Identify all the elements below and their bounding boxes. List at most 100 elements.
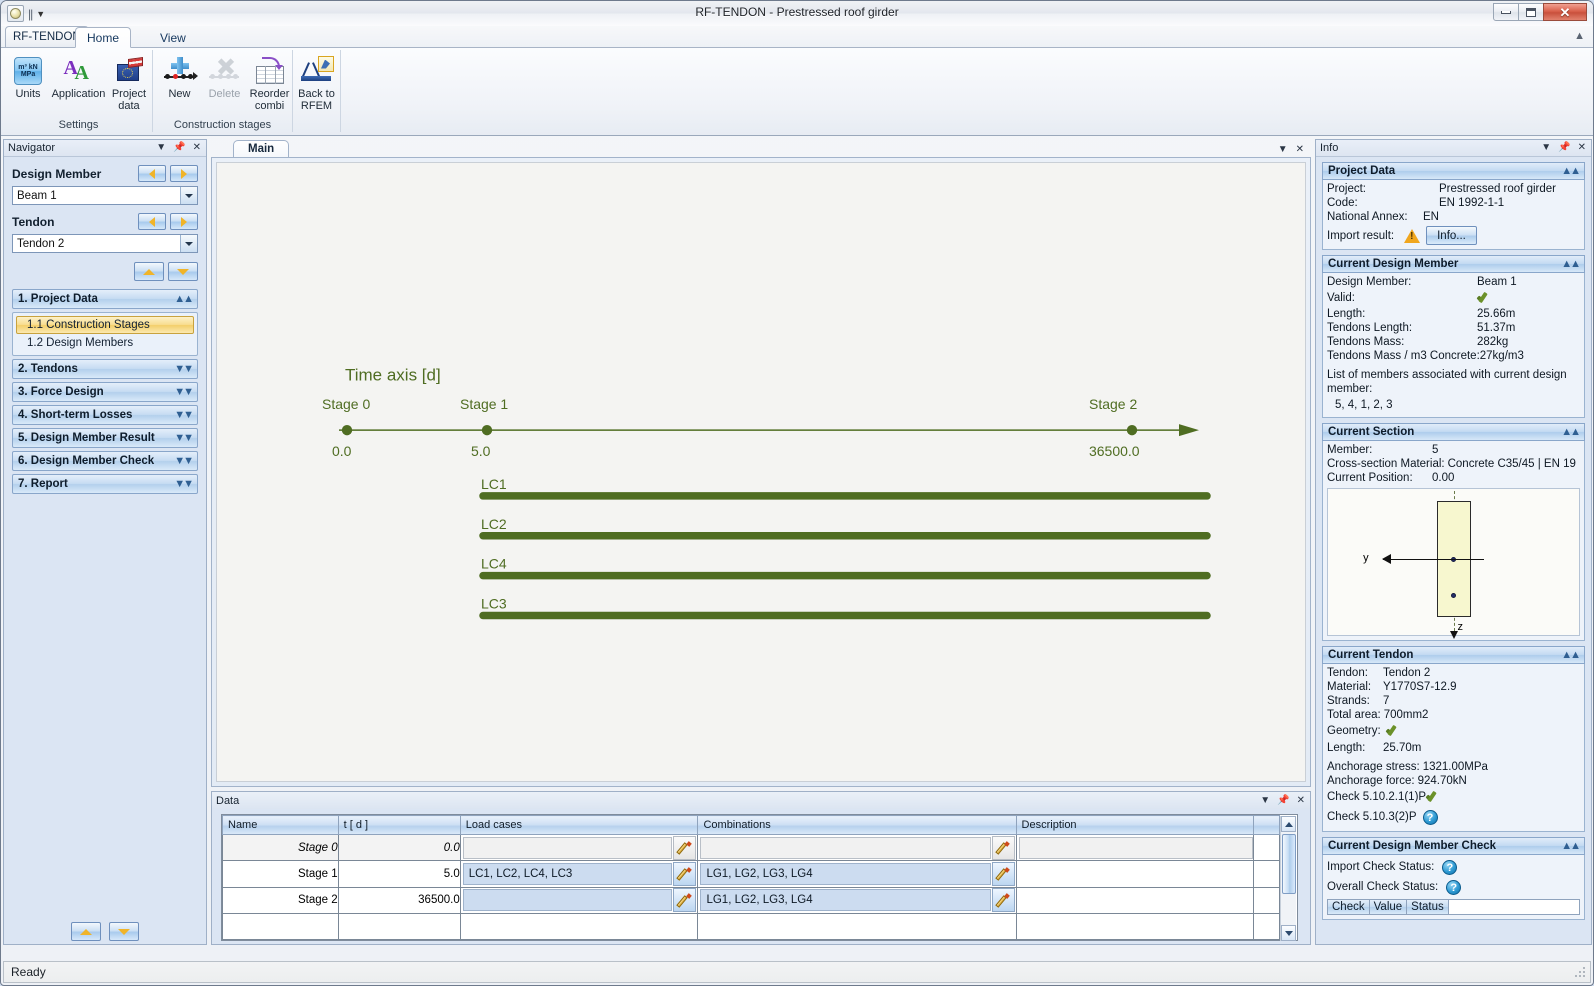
table-row-empty[interactable] <box>222 912 1280 941</box>
cell-combinations[interactable]: LG1, LG2, LG3, LG4 <box>697 860 1017 888</box>
stage-marker-1[interactable] <box>481 424 493 436</box>
cell-description[interactable] <box>1015 833 1255 862</box>
scrollbar-thumb[interactable] <box>1282 834 1296 894</box>
table-row[interactable]: Stage 2 36500.0 LG1, LG2, LG3, LG4 <box>222 886 1280 914</box>
load-cases-value[interactable] <box>462 836 673 859</box>
cell-t[interactable]: 5.0 <box>337 860 461 888</box>
col-header-status[interactable]: Status <box>1407 900 1449 914</box>
col-header-value[interactable]: Value <box>1369 900 1408 914</box>
question-icon[interactable]: ? <box>1422 809 1438 825</box>
cell-load-cases[interactable] <box>459 833 699 862</box>
col-header-load-cases[interactable]: Load cases <box>459 815 699 835</box>
new-stage-button[interactable]: New <box>157 52 202 101</box>
design-member-combo[interactable]: Beam 1 <box>12 186 198 205</box>
navigator-close-icon[interactable]: ✕ <box>193 143 201 153</box>
tab-main[interactable]: Main <box>233 140 290 158</box>
cell-load-cases[interactable]: LC1, LC2, LC4, LC3 <box>459 860 699 888</box>
current-tendon-section-header[interactable]: Current Tendon ▲▲ <box>1322 646 1585 664</box>
tendon-combo[interactable]: Tendon 2 <box>12 234 198 253</box>
data-pin-icon[interactable]: 📌 <box>1277 795 1289 806</box>
cell-combinations[interactable] <box>697 833 1017 862</box>
navigator-pin-icon[interactable]: 📌 <box>173 143 185 153</box>
data-close-icon[interactable]: ✕ <box>1297 795 1305 806</box>
navigator-footer-down-button[interactable] <box>109 922 139 941</box>
question-icon[interactable]: ? <box>1446 879 1462 895</box>
main-menu-chevron-down-icon[interactable]: ▼ <box>1278 145 1288 155</box>
stage-marker-0[interactable] <box>341 424 353 436</box>
navigator-step-up-button[interactable] <box>134 262 164 281</box>
question-icon[interactable]: ? <box>1442 859 1458 875</box>
col-header-t[interactable]: t [ d ] <box>337 815 461 835</box>
design-member-combo-chevron-down-icon[interactable] <box>180 187 197 204</box>
table-row[interactable]: Stage 1 5.0 LC1, LC2, LC4, LC3 LG1, LG2,… <box>222 860 1280 888</box>
sidebar-item-force-design[interactable]: 3. Force Design ▼▼ <box>12 382 198 402</box>
cell-description[interactable] <box>1015 886 1255 914</box>
load-cases-edit-button[interactable] <box>673 888 697 913</box>
sidebar-item-design-members[interactable]: 1.2 Design Members <box>16 334 194 352</box>
reorder-combi-button[interactable]: Reorder combi <box>247 52 292 112</box>
tendon-combo-chevron-down-icon[interactable] <box>180 235 197 252</box>
table-row[interactable]: Stage 0 0.0 <box>222 833 1280 862</box>
design-member-next-button[interactable] <box>170 165 198 182</box>
stage-marker-2[interactable] <box>1126 424 1138 436</box>
back-to-rfem-button[interactable]: Back to RFEM <box>293 52 340 112</box>
resize-grip-icon[interactable] <box>1574 966 1586 978</box>
load-cases-edit-button[interactable] <box>673 861 697 886</box>
description-value[interactable] <box>1018 836 1254 859</box>
import-result-info-button[interactable]: Info... <box>1426 226 1477 245</box>
delete-stage-button[interactable]: Delete <box>202 52 247 101</box>
tab-view[interactable]: View <box>148 27 198 48</box>
cell-combinations[interactable]: LG1, LG2, LG3, LG4 <box>697 886 1017 914</box>
sidebar-item-project-data[interactable]: 1. Project Data ▲▲ <box>12 289 198 309</box>
combinations-edit-button[interactable] <box>991 835 1015 860</box>
project-data-button[interactable]: Project data <box>106 52 152 112</box>
sidebar-item-report[interactable]: 7. Report ▼▼ <box>12 474 198 494</box>
cell-description[interactable] <box>1015 860 1255 888</box>
cell-t[interactable]: 36500.0 <box>337 886 461 914</box>
sidebar-item-tendons[interactable]: 2. Tendons ▼▼ <box>12 359 198 379</box>
units-button[interactable]: m³ kN MPa Units <box>5 52 51 101</box>
col-header-description[interactable]: Description <box>1015 815 1255 835</box>
description-value[interactable] <box>1018 889 1254 912</box>
current-design-member-section-header[interactable]: Current Design Member ▲▲ <box>1322 255 1585 273</box>
combinations-edit-button[interactable] <box>991 861 1015 886</box>
project-data-section-header[interactable]: Project Data ▲▲ <box>1322 162 1585 180</box>
scroll-up-button[interactable] <box>1281 816 1296 832</box>
data-menu-chevron-down-icon[interactable]: ▼ <box>1260 795 1270 806</box>
main-close-icon[interactable]: ✕ <box>1296 145 1304 155</box>
tendon-next-button[interactable] <box>170 213 198 230</box>
cell-t[interactable]: 0.0 <box>337 833 461 862</box>
combinations-edit-button[interactable] <box>991 888 1015 913</box>
ribbon-collapse-chevron-up-icon[interactable]: ▲ <box>1574 30 1585 42</box>
cell-load-cases[interactable] <box>459 886 699 914</box>
application-button[interactable]: AA Application <box>51 52 106 101</box>
info-menu-chevron-down-icon[interactable]: ▼ <box>1541 143 1551 153</box>
cell-name[interactable]: Stage 2 <box>222 886 339 914</box>
design-member-prev-button[interactable] <box>138 165 166 182</box>
combinations-value[interactable]: LG1, LG2, LG3, LG4 <box>700 889 991 912</box>
info-close-icon[interactable]: ✕ <box>1578 143 1586 153</box>
col-header-check[interactable]: Check <box>1328 900 1370 914</box>
combinations-value[interactable]: LG1, LG2, LG3, LG4 <box>700 862 991 885</box>
minimize-button[interactable] <box>1493 3 1519 21</box>
navigator-step-down-button[interactable] <box>168 262 198 281</box>
sidebar-item-design-member-result[interactable]: 5. Design Member Result ▼▼ <box>12 428 198 448</box>
load-cases-edit-button[interactable] <box>673 835 697 860</box>
cross-section-diagram[interactable]: y z <box>1327 488 1580 639</box>
sidebar-item-short-term-losses[interactable]: 4. Short-term Losses ▼▼ <box>12 405 198 425</box>
scroll-down-button[interactable] <box>1281 925 1296 941</box>
combinations-value[interactable] <box>700 836 991 859</box>
info-pin-icon[interactable]: 📌 <box>1558 143 1570 153</box>
description-value[interactable] <box>1018 862 1254 885</box>
close-button[interactable]: ✕ <box>1543 3 1587 21</box>
navigator-footer-up-button[interactable] <box>71 922 101 941</box>
col-header-name[interactable]: Name <box>222 815 339 835</box>
col-header-combinations[interactable]: Combinations <box>697 815 1017 835</box>
current-design-member-check-section-header[interactable]: Current Design Member Check ▲▲ <box>1322 837 1585 855</box>
construction-stages-timeline-canvas[interactable]: Time axis [d] Stage 0 0.0 Stage 1 5.0 St… <box>216 162 1306 782</box>
current-section-section-header[interactable]: Current Section ▲▲ <box>1322 423 1585 441</box>
tab-home[interactable]: Home <box>75 27 132 48</box>
maximize-button[interactable] <box>1518 3 1544 21</box>
cell-name[interactable]: Stage 0 <box>222 833 339 862</box>
table-vertical-scrollbar[interactable] <box>1280 816 1296 941</box>
